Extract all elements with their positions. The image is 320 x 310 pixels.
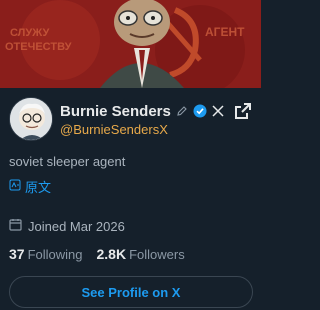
followers-label: Followers bbox=[129, 247, 185, 262]
banner-left-line-2: ОТЕЧЕСТВУ bbox=[5, 41, 72, 53]
name-row: Burnie Senders bbox=[60, 101, 225, 121]
calendar-icon bbox=[9, 218, 22, 234]
x-logo-icon bbox=[211, 104, 225, 118]
translate-label: 原文 bbox=[25, 180, 52, 195]
profile-bio: soviet sleeper agent bbox=[9, 154, 126, 169]
profile-card: Burnie Senders @BurnieSendersX soviet sl… bbox=[0, 88, 261, 310]
see-profile-button[interactable]: See Profile on X bbox=[9, 276, 253, 308]
followers-count: 2.8K bbox=[96, 246, 127, 262]
banner-right-text: АГЕНТ bbox=[205, 25, 245, 39]
followers-stat[interactable]: 2.8K Followers bbox=[97, 246, 185, 262]
banner-left-line-1: СЛУЖУ bbox=[10, 27, 49, 39]
following-count: 37 bbox=[9, 246, 25, 262]
profile-banner: СЛУЖУ ОТЕЧЕСТВУ АГЕНТ bbox=[0, 0, 261, 88]
translate-link[interactable]: 原文 bbox=[9, 177, 51, 196]
joined-label: Joined Mar 2026 bbox=[28, 218, 125, 234]
pencil-icon bbox=[175, 104, 189, 118]
translate-icon bbox=[9, 179, 21, 194]
banner-art: СЛУЖУ ОТЕЧЕСТВУ АГЕНТ bbox=[0, 0, 261, 88]
display-name[interactable]: Burnie Senders bbox=[60, 103, 171, 120]
joined-date: Joined Mar 2026 bbox=[9, 218, 125, 234]
external-link-icon[interactable] bbox=[233, 101, 253, 121]
verified-badge-icon bbox=[193, 104, 207, 118]
avatar[interactable] bbox=[9, 97, 53, 141]
following-label: Following bbox=[27, 247, 83, 262]
profile-handle[interactable]: @BurnieSendersX bbox=[60, 122, 168, 137]
following-stat[interactable]: 37 Following bbox=[9, 246, 83, 262]
follow-stats: 37 Following 2.8K Followers bbox=[9, 246, 185, 262]
